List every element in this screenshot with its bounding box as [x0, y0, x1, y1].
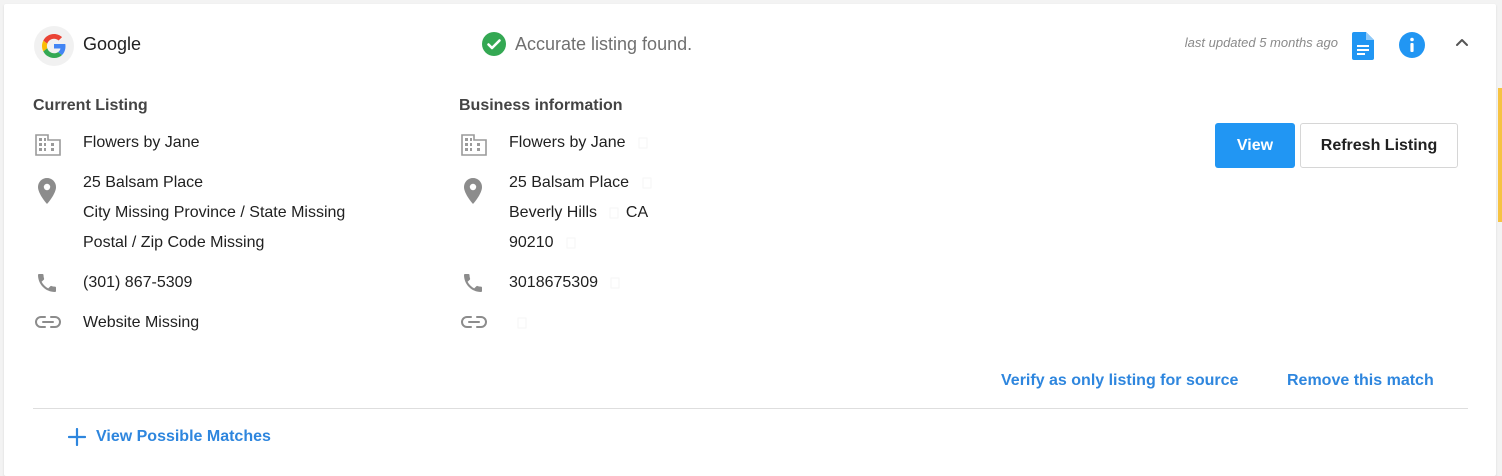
building-icon: [35, 134, 61, 156]
listing-card: Google Accurate listing found. last upda…: [4, 4, 1496, 476]
google-logo-icon: [34, 26, 74, 66]
copy-icon[interactable]: [609, 207, 619, 219]
current-business-name: Flowers by Jane: [83, 128, 200, 158]
copy-icon[interactable]: [566, 237, 576, 249]
view-button[interactable]: View: [1215, 123, 1295, 168]
current-postal: Postal / Zip Code Missing: [83, 234, 265, 251]
current-address-line1: 25 Balsam Place: [83, 174, 204, 191]
business-website: [509, 308, 527, 338]
current-city: City Missing: [83, 204, 170, 221]
business-postal: 90210: [509, 234, 554, 251]
business-city: Beverly Hills: [509, 204, 598, 221]
plus-icon: [68, 428, 86, 446]
view-possible-matches-label: View Possible Matches: [96, 428, 271, 445]
business-phone-text: 3018675309: [509, 274, 598, 291]
current-website: Website Missing: [83, 308, 199, 338]
copy-icon[interactable]: [638, 137, 648, 149]
remove-match-link[interactable]: Remove this match: [1287, 372, 1434, 390]
current-phone: (301) 867-5309: [83, 268, 192, 298]
verify-only-listing-link[interactable]: Verify as only listing for source: [1001, 372, 1238, 390]
divider: [33, 408, 1468, 409]
copy-icon[interactable]: [642, 177, 652, 189]
business-name-text: Flowers by Jane: [509, 134, 626, 151]
building-icon: [461, 134, 487, 156]
accent-bar: [1498, 88, 1502, 222]
current-state: Province / State Missing: [173, 204, 346, 221]
current-name-text: Flowers by Jane: [83, 134, 200, 151]
view-possible-matches-link[interactable]: View Possible Matches: [68, 428, 271, 446]
copy-icon[interactable]: [517, 317, 527, 329]
link-icon: [35, 316, 61, 328]
business-info-title: Business information: [459, 97, 623, 114]
source-name: Google: [83, 34, 142, 54]
business-address: 25 Balsam Place Beverly Hills CA 90210: [509, 168, 652, 258]
copy-icon[interactable]: [610, 277, 620, 289]
business-name: Flowers by Jane: [509, 128, 648, 158]
current-phone-text: (301) 867-5309: [83, 274, 193, 291]
refresh-listing-button[interactable]: Refresh Listing: [1300, 123, 1458, 168]
chevron-up-icon[interactable]: [1454, 34, 1470, 50]
status-text: Accurate listing found.: [515, 33, 693, 54]
business-phone: 3018675309: [509, 268, 620, 298]
info-icon[interactable]: [1399, 32, 1425, 58]
current-address: 25 Balsam Place City Missing Province / …: [83, 168, 345, 258]
location-pin-icon: [38, 178, 56, 204]
phone-icon: [38, 274, 56, 292]
business-state: CA: [625, 204, 649, 221]
business-address-line1: 25 Balsam Place: [509, 174, 630, 191]
listing-status: Accurate listing found.: [482, 32, 692, 56]
listing-header: Google Accurate listing found. last upda…: [4, 4, 1496, 84]
document-icon[interactable]: [1352, 32, 1374, 60]
phone-icon: [464, 274, 482, 292]
check-circle-icon: [482, 32, 506, 56]
current-website-text: Website Missing: [83, 314, 200, 331]
current-listing-title: Current Listing: [33, 97, 148, 114]
last-updated-text: last updated 5 months ago: [1184, 35, 1338, 50]
location-pin-icon: [464, 178, 482, 204]
link-icon: [461, 316, 487, 328]
